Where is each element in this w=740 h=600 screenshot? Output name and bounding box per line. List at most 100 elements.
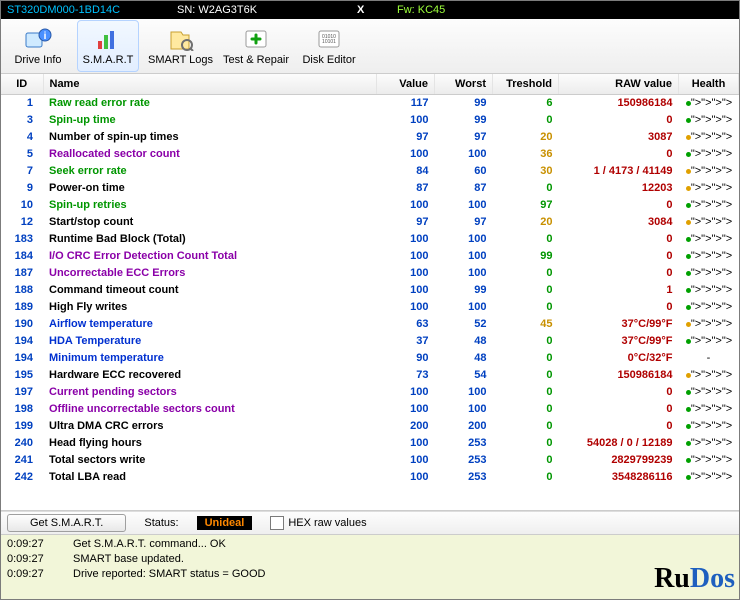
status-label: Status: xyxy=(144,517,178,529)
get-smart-button[interactable]: Get S.M.A.R.T. xyxy=(7,514,126,532)
table-row[interactable]: 187Uncorrectable ECC Errors10010000">">"… xyxy=(1,265,739,282)
table-row[interactable]: 199Ultra DMA CRC errors20020000">">">"> xyxy=(1,418,739,435)
cell-id: 241 xyxy=(1,452,43,469)
smart-table-scroll[interactable]: ID Name Value Worst Treshold RAW value H… xyxy=(1,74,739,511)
cell-id: 194 xyxy=(1,333,43,350)
table-row[interactable]: 198Offline uncorrectable sectors count10… xyxy=(1,401,739,418)
cell-worst: 100 xyxy=(435,248,493,265)
table-row[interactable]: 184I/O CRC Error Detection Count Total10… xyxy=(1,248,739,265)
cell-threshold: 0 xyxy=(493,401,559,418)
cell-health: ">">">"> xyxy=(679,333,739,350)
cell-worst: 48 xyxy=(435,350,493,367)
toolbar-smart-logs[interactable]: SMART Logs xyxy=(147,20,214,72)
toolbar-drive-info[interactable]: iDrive Info xyxy=(7,20,69,72)
cell-health: ">">">"> xyxy=(679,384,739,401)
cell-value: 100 xyxy=(377,112,435,129)
cell-name: Spin-up time xyxy=(43,112,377,129)
svg-text:10101: 10101 xyxy=(322,39,336,45)
close-icon[interactable]: X xyxy=(357,4,397,16)
cell-id: 7 xyxy=(1,163,43,180)
smart-logs-icon xyxy=(166,26,196,52)
cell-raw: 0°C/32°F xyxy=(559,350,679,367)
cell-raw: 1 / 4173 / 41149 xyxy=(559,163,679,180)
cell-threshold: 0 xyxy=(493,350,559,367)
toolbar-disk-editor[interactable]: 0101010101Disk Editor xyxy=(298,20,360,72)
table-row[interactable]: 4Number of spin-up times9797203087">">">… xyxy=(1,129,739,146)
log-message: Drive reported: SMART status = GOOD xyxy=(73,567,265,582)
table-row[interactable]: 10Spin-up retries100100970">">">"> xyxy=(1,197,739,214)
cell-id: 188 xyxy=(1,282,43,299)
log-row: 0:09:27Drive reported: SMART status = GO… xyxy=(7,567,733,582)
table-row[interactable]: 188Command timeout count1009901">">">"> xyxy=(1,282,739,299)
col-value[interactable]: Value xyxy=(377,74,435,95)
toolbar-test-repair[interactable]: Test & Repair xyxy=(222,20,290,72)
cell-raw: 3084 xyxy=(559,214,679,231)
cell-raw: 54028 / 0 / 12189 xyxy=(559,435,679,452)
cell-health: ">">">"> xyxy=(679,367,739,384)
col-worst[interactable]: Worst xyxy=(435,74,493,95)
cell-id: 187 xyxy=(1,265,43,282)
cell-worst: 54 xyxy=(435,367,493,384)
cell-id: 4 xyxy=(1,129,43,146)
table-row[interactable]: 240Head flying hours100253054028 / 0 / 1… xyxy=(1,435,739,452)
cell-value: 100 xyxy=(377,401,435,418)
table-row[interactable]: 190Airflow temperature63524537°C/99°F">"… xyxy=(1,316,739,333)
table-row[interactable]: 7Seek error rate8460301 / 4173 / 41149">… xyxy=(1,163,739,180)
smart-icon xyxy=(93,26,123,52)
cell-health: ">">">"> xyxy=(679,163,739,180)
col-id[interactable]: ID xyxy=(1,74,43,95)
cell-name: Head flying hours xyxy=(43,435,377,452)
cell-value: 100 xyxy=(377,248,435,265)
cell-threshold: 0 xyxy=(493,231,559,248)
cell-id: 198 xyxy=(1,401,43,418)
cell-worst: 253 xyxy=(435,452,493,469)
table-row[interactable]: 1Raw read error rate117996150986184">">"… xyxy=(1,95,739,113)
table-header-row: ID Name Value Worst Treshold RAW value H… xyxy=(1,74,739,95)
hex-raw-checkbox[interactable]: HEX raw values xyxy=(270,516,366,530)
table-row[interactable]: 5Reallocated sector count100100360">">">… xyxy=(1,146,739,163)
col-health[interactable]: Health xyxy=(679,74,739,95)
cell-value: 100 xyxy=(377,265,435,282)
table-row[interactable]: 242Total LBA read10025303548286116">">">… xyxy=(1,469,739,486)
col-name[interactable]: Name xyxy=(43,74,377,95)
toolbar-smart[interactable]: S.M.A.R.T xyxy=(77,20,139,72)
cell-name: HDA Temperature xyxy=(43,333,377,350)
table-row[interactable]: 183Runtime Bad Block (Total)10010000">">… xyxy=(1,231,739,248)
cell-id: 240 xyxy=(1,435,43,452)
table-row[interactable]: 194HDA Temperature3748037°C/99°F">">">"> xyxy=(1,333,739,350)
table-row[interactable]: 189High Fly writes10010000">">">"> xyxy=(1,299,739,316)
cell-worst: 60 xyxy=(435,163,493,180)
table-row[interactable]: 241Total sectors write10025302829799239"… xyxy=(1,452,739,469)
cell-name: Seek error rate xyxy=(43,163,377,180)
log-row: 0:09:27SMART base updated. xyxy=(7,552,733,567)
cell-raw: 12203 xyxy=(559,180,679,197)
table-row[interactable]: 12Start/stop count9797203084">">">"> xyxy=(1,214,739,231)
checkbox-icon xyxy=(270,516,284,530)
cell-id: 9 xyxy=(1,180,43,197)
table-row[interactable]: 197Current pending sectors10010000">">">… xyxy=(1,384,739,401)
cell-threshold: 0 xyxy=(493,435,559,452)
log-panel[interactable]: 0:09:27Get S.M.A.R.T. command... OK0:09:… xyxy=(1,535,739,599)
cell-health: ">">">"> xyxy=(679,214,739,231)
cell-health: ">">">"> xyxy=(679,452,739,469)
col-threshold[interactable]: Treshold xyxy=(493,74,559,95)
cell-raw: 0 xyxy=(559,265,679,282)
table-row[interactable]: 9Power-on time8787012203">">">"> xyxy=(1,180,739,197)
cell-health: ">">">"> xyxy=(679,180,739,197)
cell-name: Command timeout count xyxy=(43,282,377,299)
cell-value: 97 xyxy=(377,214,435,231)
cell-worst: 100 xyxy=(435,299,493,316)
hex-raw-label: HEX raw values xyxy=(288,517,366,529)
table-row[interactable]: 3Spin-up time1009900">">">"> xyxy=(1,112,739,129)
log-message: Get S.M.A.R.T. command... OK xyxy=(73,537,226,552)
table-row[interactable]: 194Minimum temperature904800°C/32°F- xyxy=(1,350,739,367)
table-row[interactable]: 195Hardware ECC recovered73540150986184"… xyxy=(1,367,739,384)
cell-raw: 3548286116 xyxy=(559,469,679,486)
cell-health: ">">">"> xyxy=(679,401,739,418)
cell-raw: 0 xyxy=(559,146,679,163)
cell-value: 63 xyxy=(377,316,435,333)
col-raw[interactable]: RAW value xyxy=(559,74,679,95)
cell-health: ">">">"> xyxy=(679,469,739,486)
cell-worst: 97 xyxy=(435,214,493,231)
cell-raw: 0 xyxy=(559,248,679,265)
